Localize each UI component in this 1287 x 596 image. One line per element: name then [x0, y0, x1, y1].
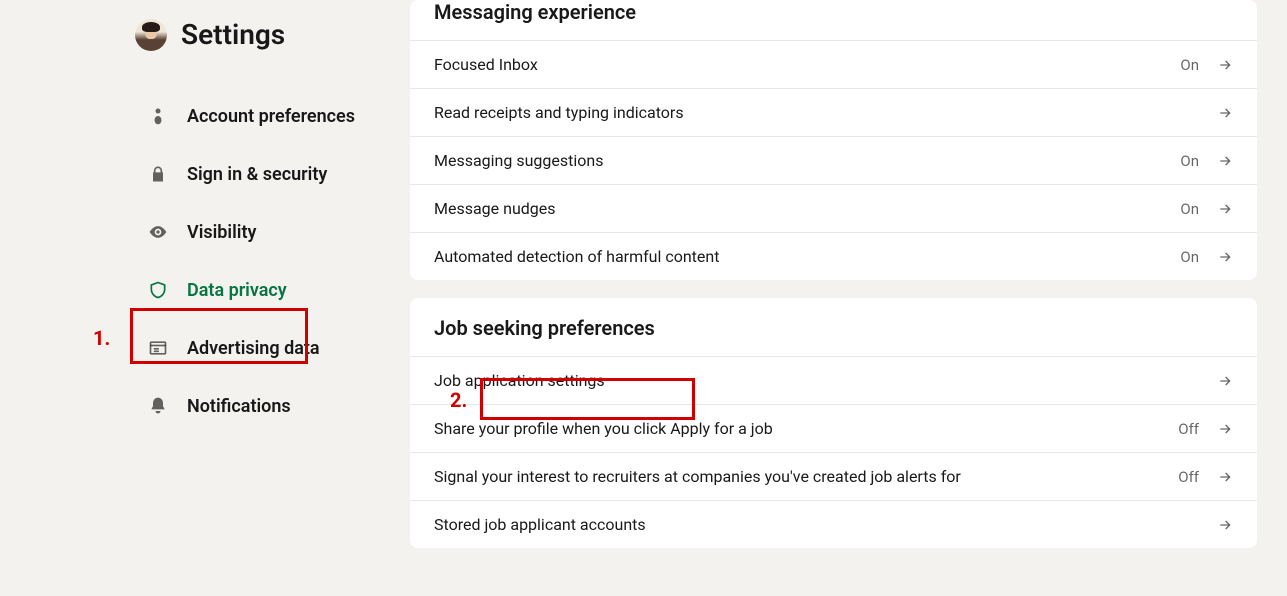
row-focused-inbox[interactable]: Focused Inbox On	[410, 40, 1257, 88]
row-stored-applicant-accounts[interactable]: Stored job applicant accounts	[410, 500, 1257, 548]
row-label: Share your profile when you click Apply …	[434, 419, 773, 438]
row-status: On	[1180, 56, 1199, 74]
arrow-right-icon	[1217, 57, 1233, 73]
user-avatar[interactable]	[135, 19, 167, 51]
row-signal-interest[interactable]: Signal your interest to recruiters at co…	[410, 452, 1257, 500]
row-label: Read receipts and typing indicators	[434, 103, 684, 122]
nav-visibility[interactable]: Visibility	[135, 203, 380, 261]
arrow-right-icon	[1217, 373, 1233, 389]
lock-icon	[147, 163, 169, 185]
row-status: Off	[1178, 420, 1199, 438]
settings-main: Messaging experience Focused Inbox On Re…	[410, 0, 1287, 596]
nav-label: Advertising data	[187, 338, 320, 359]
news-icon	[147, 337, 169, 359]
row-label: Signal your interest to recruiters at co…	[434, 467, 961, 486]
row-job-application-settings[interactable]: Job application settings	[410, 356, 1257, 404]
nav-label: Notifications	[187, 396, 291, 417]
row-label: Messaging suggestions	[434, 151, 603, 170]
nav-sign-in-security[interactable]: Sign in & security	[135, 145, 380, 203]
row-label: Stored job applicant accounts	[434, 515, 646, 534]
row-read-receipts[interactable]: Read receipts and typing indicators	[410, 88, 1257, 136]
nav-data-privacy[interactable]: Data privacy	[135, 261, 380, 319]
settings-title: Settings	[181, 18, 285, 51]
row-status: On	[1180, 152, 1199, 170]
arrow-right-icon	[1217, 249, 1233, 265]
row-share-profile-apply[interactable]: Share your profile when you click Apply …	[410, 404, 1257, 452]
annotation-number-1: 1.	[93, 326, 110, 350]
row-status: Off	[1178, 468, 1199, 486]
row-automated-detection[interactable]: Automated detection of harmful content O…	[410, 232, 1257, 280]
nav-label: Sign in & security	[187, 164, 327, 185]
nav-label: Data privacy	[187, 280, 287, 301]
nav-account-preferences[interactable]: Account preferences	[135, 87, 380, 145]
section-job-seeking: Job seeking preferences Job application …	[410, 298, 1257, 548]
row-label: Job application settings	[434, 371, 605, 390]
nav-list: Account preferences Sign in & security V…	[135, 87, 380, 435]
arrow-right-icon	[1217, 201, 1233, 217]
row-messaging-suggestions[interactable]: Messaging suggestions On	[410, 136, 1257, 184]
sidebar-header: Settings	[135, 18, 380, 51]
row-message-nudges[interactable]: Message nudges On	[410, 184, 1257, 232]
row-label: Focused Inbox	[434, 55, 538, 74]
arrow-right-icon	[1217, 517, 1233, 533]
row-label: Message nudges	[434, 199, 556, 218]
row-label: Automated detection of harmful content	[434, 247, 719, 266]
row-status: On	[1180, 200, 1199, 218]
nav-label: Account preferences	[187, 106, 355, 127]
person-icon	[147, 105, 169, 127]
nav-label: Visibility	[187, 222, 256, 243]
settings-sidebar: Settings Account preferences Sign in & s…	[0, 0, 410, 596]
arrow-right-icon	[1217, 105, 1233, 121]
arrow-right-icon	[1217, 469, 1233, 485]
nav-advertising-data[interactable]: Advertising data	[135, 319, 380, 377]
section-title: Messaging experience	[410, 0, 1257, 40]
eye-icon	[147, 221, 169, 243]
bell-icon	[147, 395, 169, 417]
row-status: On	[1180, 248, 1199, 266]
arrow-right-icon	[1217, 421, 1233, 437]
nav-notifications[interactable]: Notifications	[135, 377, 380, 435]
section-messaging-experience: Messaging experience Focused Inbox On Re…	[410, 0, 1257, 280]
shield-icon	[147, 279, 169, 301]
section-title: Job seeking preferences	[410, 298, 1257, 356]
arrow-right-icon	[1217, 153, 1233, 169]
